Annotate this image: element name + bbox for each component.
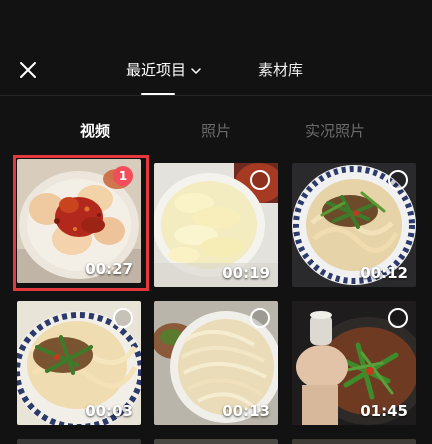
subtab-live-photo[interactable]: 实况照片	[305, 120, 365, 142]
tab-recent-projects[interactable]: 最近项目	[126, 58, 202, 82]
subtab-video[interactable]: 视频	[80, 120, 110, 142]
video-duration: 00:13	[222, 402, 270, 420]
video-tile[interactable]: 1 00:27	[17, 159, 141, 283]
close-icon	[20, 62, 36, 78]
video-tile[interactable]: 01:45	[292, 301, 416, 425]
video-thumbnail	[154, 439, 278, 444]
select-circle[interactable]	[113, 308, 133, 328]
video-tile[interactable]: 00:19	[154, 163, 278, 287]
video-thumbnail	[292, 439, 416, 444]
selection-count-badge: 1	[113, 166, 133, 186]
video-duration: 01:45	[360, 402, 408, 420]
tab-material-library[interactable]: 素材库	[258, 58, 303, 82]
select-circle[interactable]	[388, 308, 408, 328]
tab-recent-projects-label: 最近项目	[126, 61, 187, 79]
select-circle[interactable]	[250, 170, 270, 190]
video-duration: 00:27	[85, 260, 133, 278]
close-button[interactable]	[16, 58, 40, 82]
video-thumbnail	[17, 439, 141, 444]
video-tile-partial[interactable]	[17, 439, 141, 444]
subtab-photo[interactable]: 照片	[201, 120, 231, 142]
video-tile[interactable]: 00:03	[17, 301, 141, 425]
video-duration: 00:03	[85, 402, 133, 420]
video-duration: 00:12	[360, 264, 408, 282]
header-divider	[0, 95, 432, 96]
chevron-down-icon	[190, 65, 202, 77]
video-tile[interactable]: 00:12	[292, 163, 416, 287]
select-circle[interactable]	[388, 170, 408, 190]
select-circle[interactable]	[250, 308, 270, 328]
video-tile-partial[interactable]	[154, 439, 278, 444]
video-duration: 00:19	[222, 264, 270, 282]
video-tile-partial[interactable]	[292, 439, 416, 444]
video-tile[interactable]: 00:13	[154, 301, 278, 425]
top-bar: 最近项目 素材库	[0, 0, 432, 96]
